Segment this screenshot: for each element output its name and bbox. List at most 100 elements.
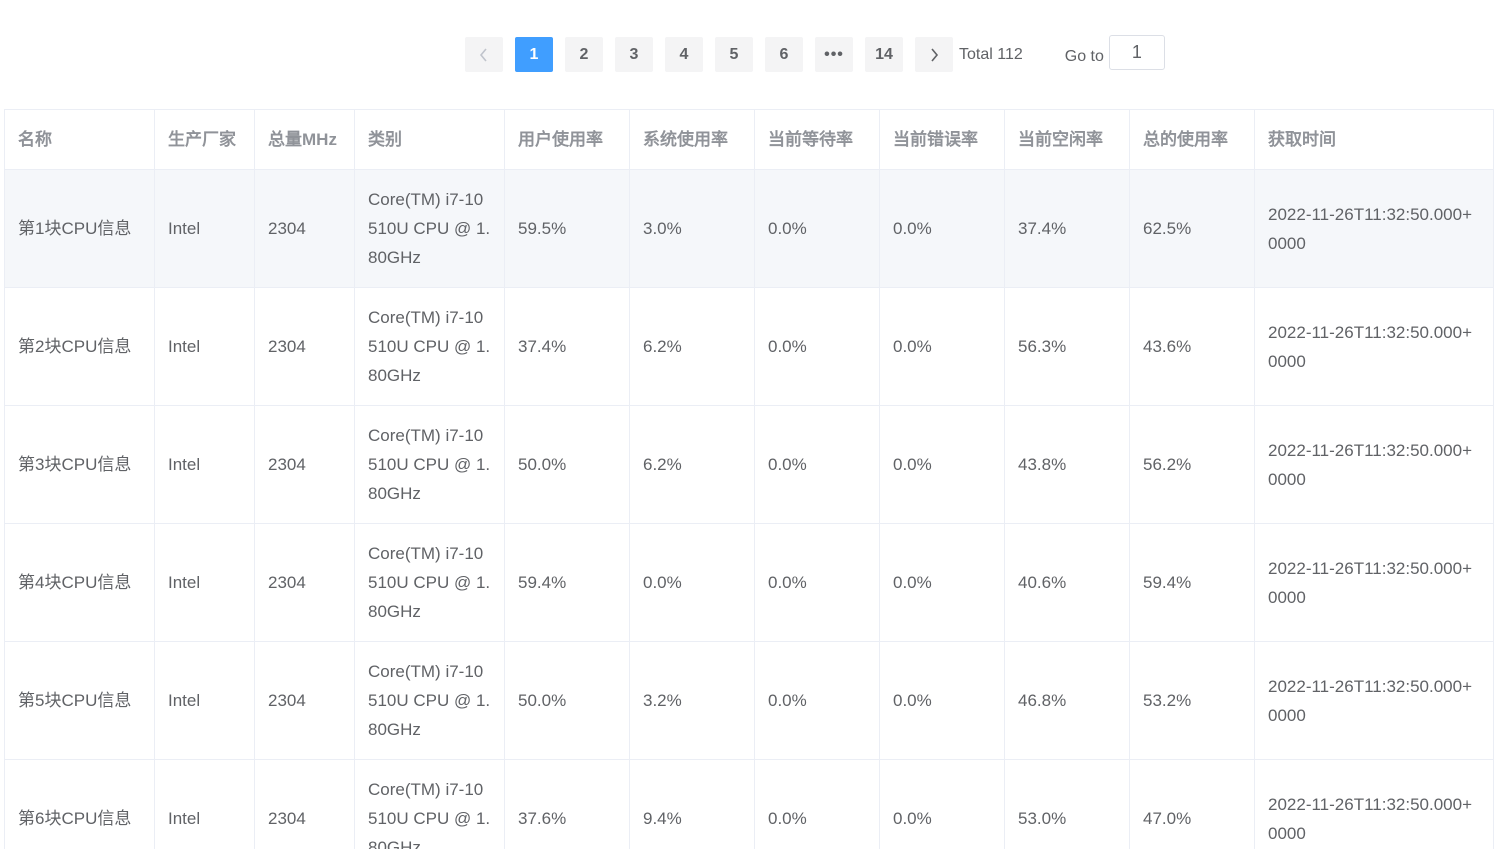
cell-total-mhz: 2304 <box>254 641 355 760</box>
cell-wait-rate: 0.0% <box>754 523 880 642</box>
cell-fetch-time: 2022-11-26T11:32:50.000+0000 <box>1254 523 1494 642</box>
cell-name: 第5块CPU信息 <box>4 641 155 760</box>
cell-system-usage: 3.2% <box>629 641 755 760</box>
table-row[interactable]: 第6块CPU信息 Intel 2304 Core(TM) i7-10510U C… <box>4 759 1494 849</box>
page-button-6[interactable]: 6 <box>765 37 803 72</box>
page-button-14[interactable]: 14 <box>865 37 903 72</box>
cell-wait-rate: 0.0% <box>754 641 880 760</box>
header-vendor: 生产厂家 <box>154 109 255 170</box>
header-name: 名称 <box>4 109 155 170</box>
total-count: Total 112 <box>959 45 1023 63</box>
cell-system-usage: 6.2% <box>629 287 755 406</box>
table-row[interactable]: 第2块CPU信息 Intel 2304 Core(TM) i7-10510U C… <box>4 287 1494 406</box>
header-total-usage: 总的使用率 <box>1129 109 1255 170</box>
more-pages-button[interactable]: ••• <box>815 37 853 72</box>
table-row[interactable]: 第5块CPU信息 Intel 2304 Core(TM) i7-10510U C… <box>4 641 1494 760</box>
cell-idle-rate: 56.3% <box>1004 287 1130 406</box>
cell-total-usage: 43.6% <box>1129 287 1255 406</box>
cell-name: 第2块CPU信息 <box>4 287 155 406</box>
cell-system-usage: 3.0% <box>629 169 755 288</box>
cell-type: Core(TM) i7-10510U CPU @ 1.80GHz <box>354 169 505 288</box>
cell-vendor: Intel <box>154 641 255 760</box>
cell-user-usage: 59.5% <box>504 169 630 288</box>
cell-vendor: Intel <box>154 523 255 642</box>
cell-wait-rate: 0.0% <box>754 287 880 406</box>
cell-error-rate: 0.0% <box>879 287 1005 406</box>
cell-idle-rate: 40.6% <box>1004 523 1130 642</box>
cell-wait-rate: 0.0% <box>754 169 880 288</box>
cell-total-usage: 62.5% <box>1129 169 1255 288</box>
next-page-button[interactable] <box>915 37 953 72</box>
pagination: 1 2 3 4 5 6 ••• 14 Total 112 Go to <box>465 35 1165 72</box>
cell-vendor: Intel <box>154 169 255 288</box>
cell-system-usage: 6.2% <box>629 405 755 524</box>
cell-wait-rate: 0.0% <box>754 405 880 524</box>
cell-type: Core(TM) i7-10510U CPU @ 1.80GHz <box>354 405 505 524</box>
cpu-info-table: 名称 生产厂家 总量MHz 类别 用户使用率 系统使用率 当前等待率 当前错误率… <box>4 109 1496 849</box>
cell-total-usage: 56.2% <box>1129 405 1255 524</box>
cell-system-usage: 0.0% <box>629 523 755 642</box>
cell-fetch-time: 2022-11-26T11:32:50.000+0000 <box>1254 759 1494 849</box>
cell-fetch-time: 2022-11-26T11:32:50.000+0000 <box>1254 287 1494 406</box>
cell-fetch-time: 2022-11-26T11:32:50.000+0000 <box>1254 641 1494 760</box>
cell-vendor: Intel <box>154 759 255 849</box>
prev-page-button[interactable] <box>465 37 503 72</box>
header-total-mhz: 总量MHz <box>254 109 355 170</box>
cell-user-usage: 37.4% <box>504 287 630 406</box>
cell-name: 第3块CPU信息 <box>4 405 155 524</box>
page-button-3[interactable]: 3 <box>615 37 653 72</box>
cell-idle-rate: 53.0% <box>1004 759 1130 849</box>
cell-error-rate: 0.0% <box>879 405 1005 524</box>
cell-total-usage: 59.4% <box>1129 523 1255 642</box>
cell-error-rate: 0.0% <box>879 759 1005 849</box>
cell-idle-rate: 43.8% <box>1004 405 1130 524</box>
cell-total-mhz: 2304 <box>254 759 355 849</box>
cell-type: Core(TM) i7-10510U CPU @ 1.80GHz <box>354 641 505 760</box>
cell-total-mhz: 2304 <box>254 523 355 642</box>
table-row[interactable]: 第1块CPU信息 Intel 2304 Core(TM) i7-10510U C… <box>4 169 1494 288</box>
chevron-right-icon <box>931 47 939 62</box>
cell-name: 第6块CPU信息 <box>4 759 155 849</box>
header-fetch-time: 获取时间 <box>1254 109 1494 170</box>
cell-total-usage: 53.2% <box>1129 641 1255 760</box>
cell-fetch-time: 2022-11-26T11:32:50.000+0000 <box>1254 405 1494 524</box>
cell-user-usage: 59.4% <box>504 523 630 642</box>
page-button-2[interactable]: 2 <box>565 37 603 72</box>
cell-user-usage: 50.0% <box>504 641 630 760</box>
cell-vendor: Intel <box>154 287 255 406</box>
cell-user-usage: 37.6% <box>504 759 630 849</box>
cell-fetch-time: 2022-11-26T11:32:50.000+0000 <box>1254 169 1494 288</box>
cell-user-usage: 50.0% <box>504 405 630 524</box>
table-row[interactable]: 第3块CPU信息 Intel 2304 Core(TM) i7-10510U C… <box>4 405 1494 524</box>
cell-total-mhz: 2304 <box>254 169 355 288</box>
cell-system-usage: 9.4% <box>629 759 755 849</box>
cell-error-rate: 0.0% <box>879 169 1005 288</box>
cell-error-rate: 0.0% <box>879 641 1005 760</box>
header-system-usage: 系统使用率 <box>629 109 755 170</box>
cell-idle-rate: 37.4% <box>1004 169 1130 288</box>
cell-idle-rate: 46.8% <box>1004 641 1130 760</box>
cell-type: Core(TM) i7-10510U CPU @ 1.80GHz <box>354 287 505 406</box>
cell-name: 第4块CPU信息 <box>4 523 155 642</box>
cell-total-mhz: 2304 <box>254 405 355 524</box>
header-type: 类别 <box>354 109 505 170</box>
cell-vendor: Intel <box>154 405 255 524</box>
goto-page-input[interactable] <box>1108 35 1165 70</box>
cell-type: Core(TM) i7-10510U CPU @ 1.80GHz <box>354 523 505 642</box>
page-button-1[interactable]: 1 <box>515 37 553 72</box>
header-user-usage: 用户使用率 <box>504 109 630 170</box>
header-idle-rate: 当前空闲率 <box>1004 109 1130 170</box>
page-button-4[interactable]: 4 <box>665 37 703 72</box>
table-row[interactable]: 第4块CPU信息 Intel 2304 Core(TM) i7-10510U C… <box>4 523 1494 642</box>
goto-label: Go to <box>1064 47 1104 65</box>
header-wait-rate: 当前等待率 <box>754 109 880 170</box>
header-error-rate: 当前错误率 <box>879 109 1005 170</box>
cell-total-usage: 47.0% <box>1129 759 1255 849</box>
cell-type: Core(TM) i7-10510U CPU @ 1.80GHz <box>354 759 505 849</box>
cell-name: 第1块CPU信息 <box>4 169 155 288</box>
cell-error-rate: 0.0% <box>879 523 1005 642</box>
table-header-row: 名称 生产厂家 总量MHz 类别 用户使用率 系统使用率 当前等待率 当前错误率… <box>4 109 1494 170</box>
chevron-left-icon <box>479 47 487 62</box>
cell-wait-rate: 0.0% <box>754 759 880 849</box>
page-button-5[interactable]: 5 <box>715 37 753 72</box>
